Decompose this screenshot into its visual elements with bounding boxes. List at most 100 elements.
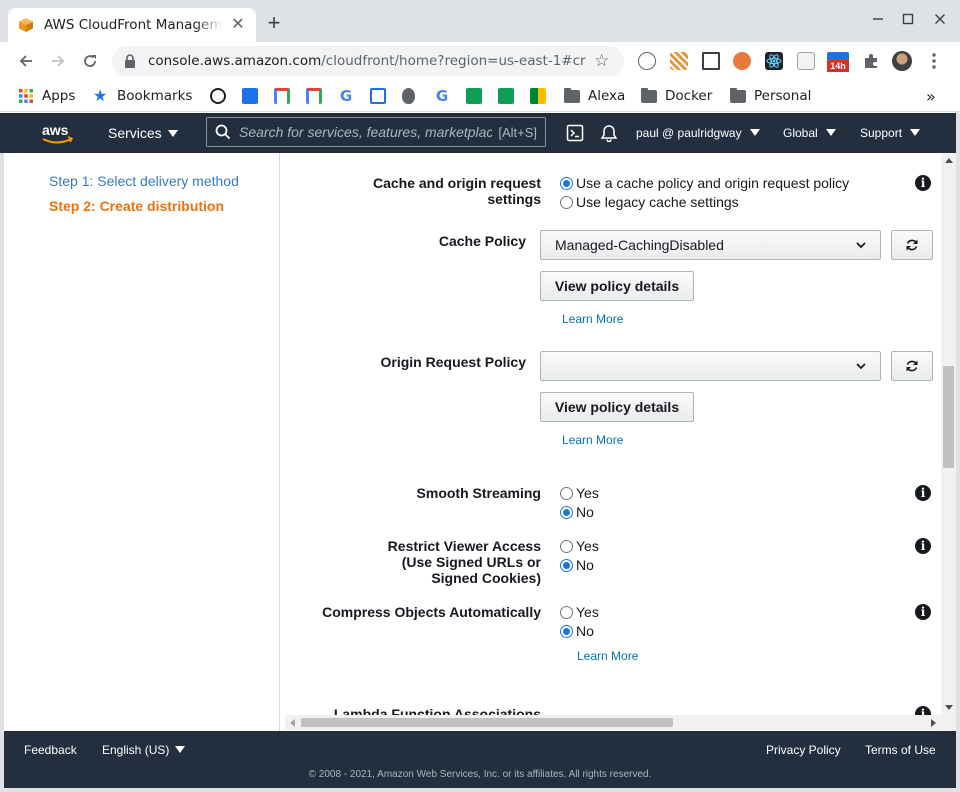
vertical-scroll-thumb[interactable] bbox=[943, 366, 954, 468]
bookmark-apple[interactable] bbox=[402, 86, 415, 106]
bookmark-google-2[interactable]: G bbox=[434, 86, 450, 106]
compress-yes[interactable]: Yes bbox=[560, 604, 599, 620]
extension-fox-icon[interactable] bbox=[733, 52, 751, 70]
bookmark-star-icon[interactable]: ☆ bbox=[594, 52, 612, 70]
info-icon[interactable]: i bbox=[915, 175, 931, 191]
tab-close-icon[interactable]: ✕ bbox=[230, 17, 246, 33]
gmail-icon bbox=[306, 88, 322, 104]
smooth-streaming-no[interactable]: No bbox=[560, 504, 594, 520]
cache-policy-select[interactable]: Managed-CachingDisabled bbox=[540, 230, 881, 260]
account-menu[interactable]: paul @ paulridgway bbox=[636, 126, 760, 140]
restrict-viewer-no[interactable]: No bbox=[560, 557, 594, 573]
bell-icon[interactable] bbox=[600, 124, 618, 142]
aws-logo[interactable]: aws bbox=[40, 121, 76, 147]
info-icon[interactable]: i bbox=[915, 485, 931, 501]
new-tab-plus-icon[interactable]: + bbox=[262, 12, 286, 36]
terms-of-use-link[interactable]: Terms of Use bbox=[865, 743, 936, 757]
radio-checked[interactable] bbox=[560, 558, 573, 572]
extension-circle-icon[interactable] bbox=[638, 52, 656, 70]
radio-unchecked[interactable] bbox=[560, 539, 573, 553]
forward-arrow-icon[interactable] bbox=[46, 49, 70, 73]
origin-request-learn-more-link[interactable]: Learn More bbox=[562, 433, 623, 447]
radio-unchecked[interactable] bbox=[560, 486, 573, 500]
extension-pattern-icon[interactable] bbox=[670, 52, 688, 70]
bookmark-sheets-2[interactable] bbox=[498, 86, 514, 106]
vertical-scrollbar[interactable] bbox=[941, 153, 956, 731]
cache-policy-refresh-button[interactable] bbox=[891, 230, 933, 260]
privacy-policy-link[interactable]: Privacy Policy bbox=[766, 743, 841, 757]
maximize-icon[interactable] bbox=[898, 10, 918, 30]
radio-checked[interactable] bbox=[560, 624, 573, 638]
chevron-down-icon bbox=[856, 242, 866, 249]
bookmark-sheets-1[interactable] bbox=[466, 86, 482, 106]
cloudshell-icon[interactable] bbox=[566, 124, 584, 142]
extension-screenshot-icon[interactable] bbox=[702, 52, 720, 70]
address-bar[interactable]: console.aws.amazon.com/cloudfront/home?r… bbox=[112, 46, 624, 76]
bookmark-meet[interactable] bbox=[530, 86, 546, 106]
cache-policy-view-details-button[interactable]: View policy details bbox=[540, 271, 694, 301]
feedback-link[interactable]: Feedback bbox=[24, 743, 77, 757]
reload-icon[interactable] bbox=[78, 49, 102, 73]
extension-react-icon[interactable] bbox=[765, 52, 783, 70]
search-shortcut: [Alt+S] bbox=[498, 124, 537, 140]
bookmarks-overflow-icon[interactable]: » bbox=[926, 86, 936, 106]
origin-request-policy-select[interactable] bbox=[540, 351, 881, 381]
region-menu[interactable]: Global bbox=[783, 126, 836, 140]
smooth-streaming-yes[interactable]: Yes bbox=[560, 485, 599, 501]
scroll-up-arrow-icon[interactable] bbox=[945, 158, 953, 163]
bookmark-bookmarks-label: Bookmarks bbox=[117, 88, 193, 104]
bookmark-apps[interactable]: Apps bbox=[18, 86, 75, 106]
chrome-menu-icon[interactable] bbox=[928, 52, 940, 70]
info-icon[interactable]: i bbox=[915, 538, 931, 554]
extension-clipboard-icon[interactable] bbox=[797, 52, 815, 70]
horizontal-scrollbar[interactable] bbox=[285, 715, 941, 730]
scroll-down-arrow-icon[interactable] bbox=[945, 705, 953, 710]
restrict-viewer-yes[interactable]: Yes bbox=[560, 538, 599, 554]
compress-learn-more-link[interactable]: Learn More bbox=[577, 649, 638, 663]
bookmark-gmail-2[interactable] bbox=[306, 86, 322, 106]
radio-label: No bbox=[576, 623, 594, 639]
scroll-right-arrow-icon[interactable] bbox=[931, 719, 936, 727]
origin-request-view-details-button[interactable]: View policy details bbox=[540, 392, 694, 422]
aws-search-input[interactable] bbox=[239, 124, 493, 140]
origin-request-policy-refresh-button[interactable] bbox=[891, 351, 933, 381]
radio-unchecked[interactable] bbox=[560, 605, 573, 619]
cache-settings-option-policy[interactable]: Use a cache policy and origin request po… bbox=[560, 175, 849, 191]
aws-search-box[interactable]: [Alt+S] bbox=[206, 117, 546, 147]
minimize-icon[interactable] bbox=[868, 10, 888, 30]
extensions-puzzle-icon[interactable] bbox=[862, 52, 880, 70]
support-menu[interactable]: Support bbox=[860, 126, 921, 140]
bookmark-gmail-1[interactable] bbox=[274, 86, 290, 106]
bookmark-folder-docker[interactable]: Docker bbox=[641, 86, 712, 106]
profile-avatar[interactable] bbox=[892, 51, 912, 71]
radio-unchecked[interactable] bbox=[560, 195, 573, 209]
scroll-left-arrow-icon[interactable] bbox=[290, 719, 295, 727]
step-1-link[interactable]: Step 1: Select delivery method bbox=[49, 173, 239, 189]
cache-settings-option-legacy[interactable]: Use legacy cache settings bbox=[560, 194, 739, 210]
back-arrow-icon[interactable] bbox=[14, 49, 38, 73]
info-icon[interactable]: i bbox=[915, 604, 931, 620]
bookmark-calendar[interactable] bbox=[370, 86, 386, 106]
bookmark-folder-personal[interactable]: Personal bbox=[730, 86, 811, 106]
horizontal-scroll-thumb[interactable] bbox=[301, 718, 673, 727]
lambda-associations-label: Lambda Function Associations bbox=[333, 706, 541, 715]
url-host: console.aws.amazon.com bbox=[148, 53, 322, 69]
language-selector[interactable]: English (US) bbox=[102, 743, 186, 757]
bookmark-site-1[interactable] bbox=[210, 86, 226, 106]
bookmark-google-1[interactable]: G bbox=[338, 86, 354, 106]
info-icon[interactable]: i bbox=[915, 706, 931, 715]
browser-tab[interactable]: AWS CloudFront Management Console ✕ bbox=[8, 8, 256, 42]
close-window-icon[interactable] bbox=[930, 10, 950, 30]
bookmark-bookmarks[interactable]: ★ Bookmarks bbox=[93, 86, 192, 106]
radio-checked[interactable] bbox=[560, 176, 573, 190]
radio-checked[interactable] bbox=[560, 505, 573, 519]
bookmark-folder-alexa[interactable]: Alexa bbox=[564, 86, 625, 106]
sheets-icon bbox=[498, 88, 514, 104]
services-menu[interactable]: Services bbox=[108, 125, 178, 141]
region-label: Global bbox=[783, 126, 818, 140]
compress-no[interactable]: No bbox=[560, 623, 594, 639]
cache-policy-learn-more-link[interactable]: Learn More bbox=[562, 312, 623, 326]
search-icon bbox=[215, 124, 231, 140]
bookmark-site-2[interactable] bbox=[242, 86, 258, 106]
extension-calendar-icon[interactable]: 14h bbox=[827, 52, 849, 74]
